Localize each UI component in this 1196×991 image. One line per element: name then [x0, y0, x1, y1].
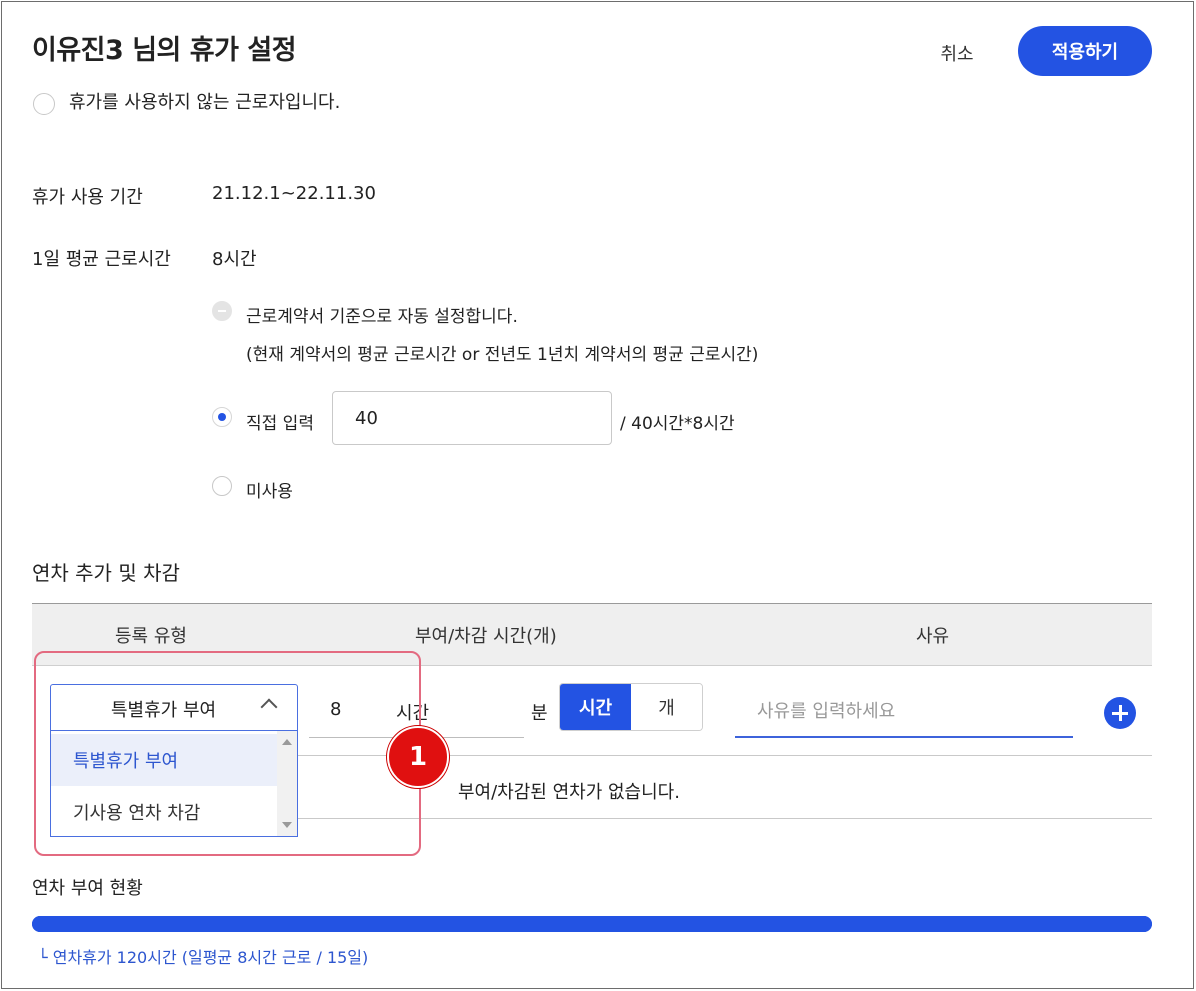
table-bottom-divider	[296, 818, 1152, 819]
column-header-reason: 사유	[916, 626, 950, 647]
no-leave-label: 휴가를 사용하지 않는 근로자입니다.	[69, 92, 341, 113]
no-leave-radio[interactable]	[33, 93, 55, 115]
direct-input-radio[interactable]	[212, 407, 232, 427]
unused-radio[interactable]	[212, 476, 232, 496]
adjust-section-title: 연차 추가 및 차감	[32, 561, 180, 585]
unused-label: 미사용	[246, 482, 293, 502]
column-header-hours: 부여/차감 시간(개)	[415, 626, 557, 647]
direct-input-label: 직접 입력	[246, 414, 314, 434]
avg-hours-value: 8시간	[212, 249, 257, 270]
unit-toggle-count[interactable]: 개	[631, 684, 702, 730]
weekly-hours-suffix: / 40시간*8시간	[620, 414, 735, 434]
leave-summary-note: └ 연차휴가 120시간 (일평균 8시간 근로 / 15일)	[38, 948, 369, 967]
unit-toggle-hours[interactable]: 시간	[560, 684, 631, 730]
leave-progress-bar	[32, 916, 1152, 932]
auto-setting-label: 근로계약서 기준으로 자동 설정합니다.	[246, 307, 518, 327]
add-icon[interactable]	[1104, 697, 1136, 729]
annotation-highlight-box	[34, 651, 421, 856]
empty-message: 부여/차감된 연차가 없습니다.	[458, 782, 680, 803]
reason-input[interactable]: 사유를 입력하세요	[735, 684, 1073, 738]
auto-setting-radio[interactable]	[212, 301, 232, 321]
page-title: 이유진3 님의 휴가 설정	[32, 35, 297, 66]
annotation-callout-badge: 1	[387, 726, 449, 788]
leave-progress-fill	[32, 916, 1152, 932]
weekly-hours-input[interactable]: 40	[332, 391, 612, 445]
cancel-button[interactable]: 취소	[920, 36, 994, 70]
status-section-title: 연차 부여 현황	[32, 878, 143, 899]
apply-button[interactable]: 적용하기	[1018, 26, 1152, 76]
avg-hours-label: 1일 평균 근로시간	[32, 249, 171, 270]
minutes-unit-label: 분	[531, 703, 548, 724]
auto-setting-description: (현재 계약서의 평균 근로시간 or 전년도 1년치 계약서의 평균 근로시간…	[246, 345, 759, 365]
unit-toggle: 시간 개	[559, 683, 703, 731]
period-value: 21.12.1~22.11.30	[212, 183, 376, 204]
column-header-type: 등록 유형	[115, 626, 187, 647]
period-label: 휴가 사용 기간	[32, 187, 143, 208]
